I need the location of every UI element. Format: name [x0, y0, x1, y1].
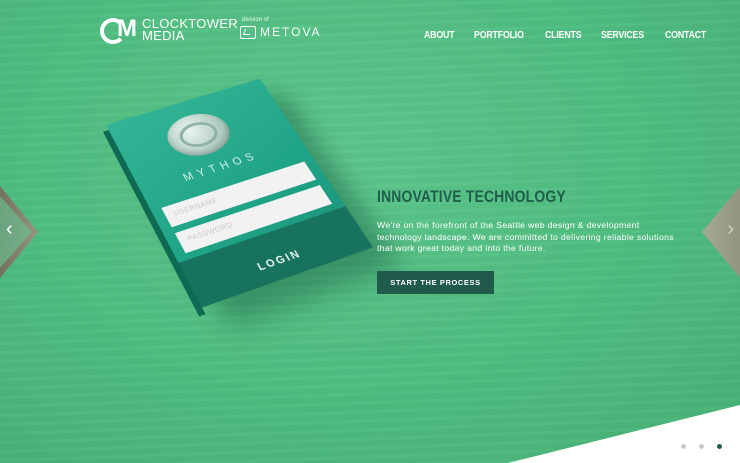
- division-label: division of: [242, 17, 322, 23]
- chevron-left-icon[interactable]: ‹: [6, 219, 13, 239]
- slider-dots: [681, 444, 735, 449]
- metova-name: METOVA: [260, 25, 322, 39]
- nav-about[interactable]: ABOUT: [424, 30, 454, 41]
- hero-description: We're on the forefront of the Seattle we…: [377, 220, 677, 255]
- clocktower-logo[interactable]: M CLOCKTOWER MEDIA: [100, 17, 238, 43]
- start-process-button[interactable]: START THE PROCESS: [377, 271, 494, 294]
- metova-division[interactable]: division of METOVA: [240, 17, 322, 39]
- logo-name-line2: MEDIA: [142, 30, 238, 42]
- nav-contact[interactable]: CONTACT: [665, 30, 706, 41]
- nav-portfolio[interactable]: PORTFOLIO: [474, 30, 524, 41]
- slide-dot-3[interactable]: [717, 444, 722, 449]
- metova-logo-icon: [240, 26, 256, 39]
- nav-services[interactable]: SERVICES: [601, 30, 644, 41]
- nav-clients[interactable]: CLIENTS: [545, 30, 581, 41]
- main-nav: ABOUT PORTFOLIO CLIENTS SERVICES CONTACT: [424, 30, 727, 41]
- hero-headline: INNOVATIVE TECHNOLOGY: [377, 187, 566, 207]
- phone-mockup: MYTHOS USERNAME PASSWORD LOGIN: [100, 117, 340, 337]
- slide-dot-1[interactable]: [681, 444, 686, 449]
- phone-edge: [103, 130, 206, 316]
- logo-text: CLOCKTOWER MEDIA: [142, 18, 238, 42]
- slide-dot-2[interactable]: [699, 444, 704, 449]
- chevron-right-icon[interactable]: ›: [727, 219, 734, 239]
- mythos-badge-icon: [159, 107, 239, 163]
- logo-mark-icon: M: [100, 17, 140, 43]
